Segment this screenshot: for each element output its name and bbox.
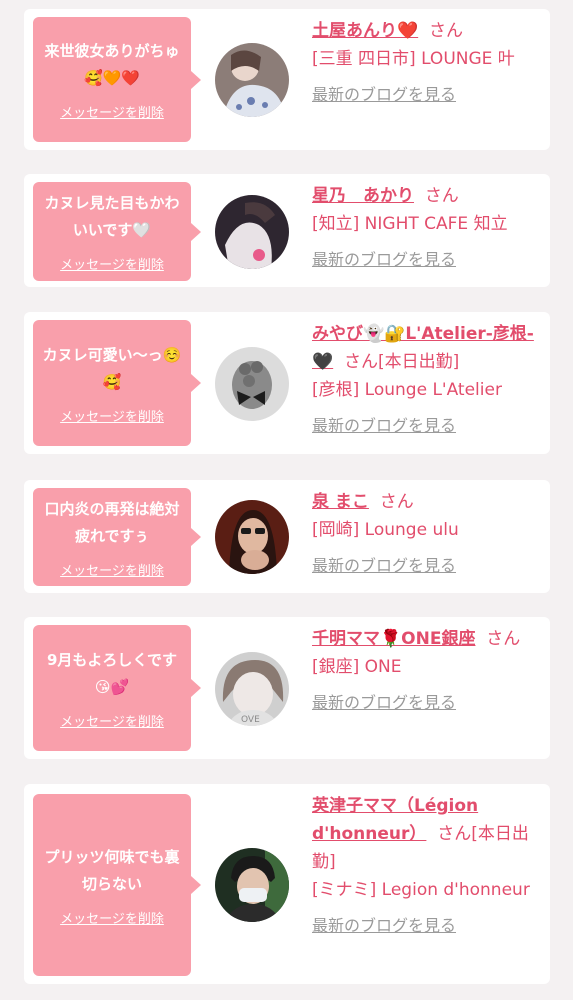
delete-message-button[interactable]: メッセージを削除 [60,254,164,273]
latest-blog-link[interactable]: 最新のブログを見る [312,552,538,580]
message-bubble: 9月もよろしくです😘💕 メッセージを削除 [33,625,201,751]
honorific: さん [428,21,463,41]
latest-blog-link[interactable]: 最新のブログを見る [312,912,538,940]
avatar[interactable] [215,43,289,117]
shop-label: [ミナミ] Legion d'honneur [312,880,530,900]
user-name-link[interactable]: 泉 まこ [312,492,369,512]
message-bubble: カヌレ見た目もかわいいです🤍 メッセージを削除 [33,182,201,281]
message-text: プリッツ何味でも裏切らない [44,847,180,893]
shop-label: [三重 四日市] LOUNGE 叶 [312,49,515,69]
message-bubble: 口内炎の再発は絶対疲れですぅ メッセージを削除 [33,488,201,586]
message-bubble: プリッツ何味でも裏切らない メッセージを削除 [33,794,201,976]
message-text: カヌレ可愛い〜っ☺️🥰 [42,345,182,391]
delete-message-button[interactable]: メッセージを削除 [60,560,164,579]
user-name-link[interactable]: 土屋あんり❤️ [312,21,418,41]
honorific: さん [424,186,459,206]
avatar[interactable] [215,195,289,269]
delete-message-button[interactable]: メッセージを削除 [60,711,164,730]
avatar[interactable] [215,347,289,421]
message-text: カヌレ見た目もかわいいです🤍 [44,194,180,239]
user-name-link[interactable]: 千明ママ🌹ONE銀座 [312,629,475,649]
message-text: 来世彼女ありがちゅ🥰🧡❤️ [44,42,180,87]
svg-text:OVE: OVE [241,715,260,725]
avatar[interactable]: OVE [215,652,289,726]
message-bubble: カヌレ可愛い〜っ☺️🥰 メッセージを削除 [33,320,201,446]
message-card: 9月もよろしくです😘💕 メッセージを削除 OVE 千明ママ🌹ONE銀座 さん [… [24,617,550,759]
shop-label: [岡崎] Lounge ulu [312,520,459,540]
user-name-link[interactable]: 星乃 あかり [312,186,414,206]
message-text: 9月もよろしくです😘💕 [47,650,177,696]
delete-message-button[interactable]: メッセージを削除 [60,102,164,121]
message-card: プリッツ何味でも裏切らない メッセージを削除 英津子ママ（Légion d'ho… [24,784,550,984]
honorific: さん [343,352,378,372]
honorific: さん [437,824,472,844]
avatar[interactable] [215,500,289,574]
delete-message-button[interactable]: メッセージを削除 [60,406,164,425]
shop-label: [銀座] ONE [312,657,402,677]
honorific: さん [379,492,414,512]
latest-blog-link[interactable]: 最新のブログを見る [312,689,538,717]
latest-blog-link[interactable]: 最新のブログを見る [312,81,538,109]
honorific: さん [486,629,521,649]
delete-message-button[interactable]: メッセージを削除 [60,908,164,927]
message-card: カヌレ可愛い〜っ☺️🥰 メッセージを削除 みやび👻🔐L'Atelier-彦根-🖤… [24,312,550,454]
status-badge: [本日出勤] [377,352,460,372]
message-bubble: 来世彼女ありがちゅ🥰🧡❤️ メッセージを削除 [33,17,201,142]
message-card: 来世彼女ありがちゅ🥰🧡❤️ メッセージを削除 土屋あんり❤️ さん [三重 四日… [24,9,550,150]
shop-label: [彦根] Lounge L'Atelier [312,380,502,400]
shop-label: [知立] NIGHT CAFE 知立 [312,214,508,234]
message-text: 口内炎の再発は絶対疲れですぅ [44,499,180,545]
latest-blog-link[interactable]: 最新のブログを見る [312,246,538,274]
avatar[interactable] [215,848,289,922]
latest-blog-link[interactable]: 最新のブログを見る [312,412,538,440]
message-card: カヌレ見た目もかわいいです🤍 メッセージを削除 星乃 あかり さん [知立] N… [24,174,550,287]
message-card: 口内炎の再発は絶対疲れですぅ メッセージを削除 泉 まこ さん [岡崎] Lou… [24,480,550,593]
message-list: 来世彼女ありがちゅ🥰🧡❤️ メッセージを削除 土屋あんり❤️ さん [三重 四日… [0,0,573,1000]
